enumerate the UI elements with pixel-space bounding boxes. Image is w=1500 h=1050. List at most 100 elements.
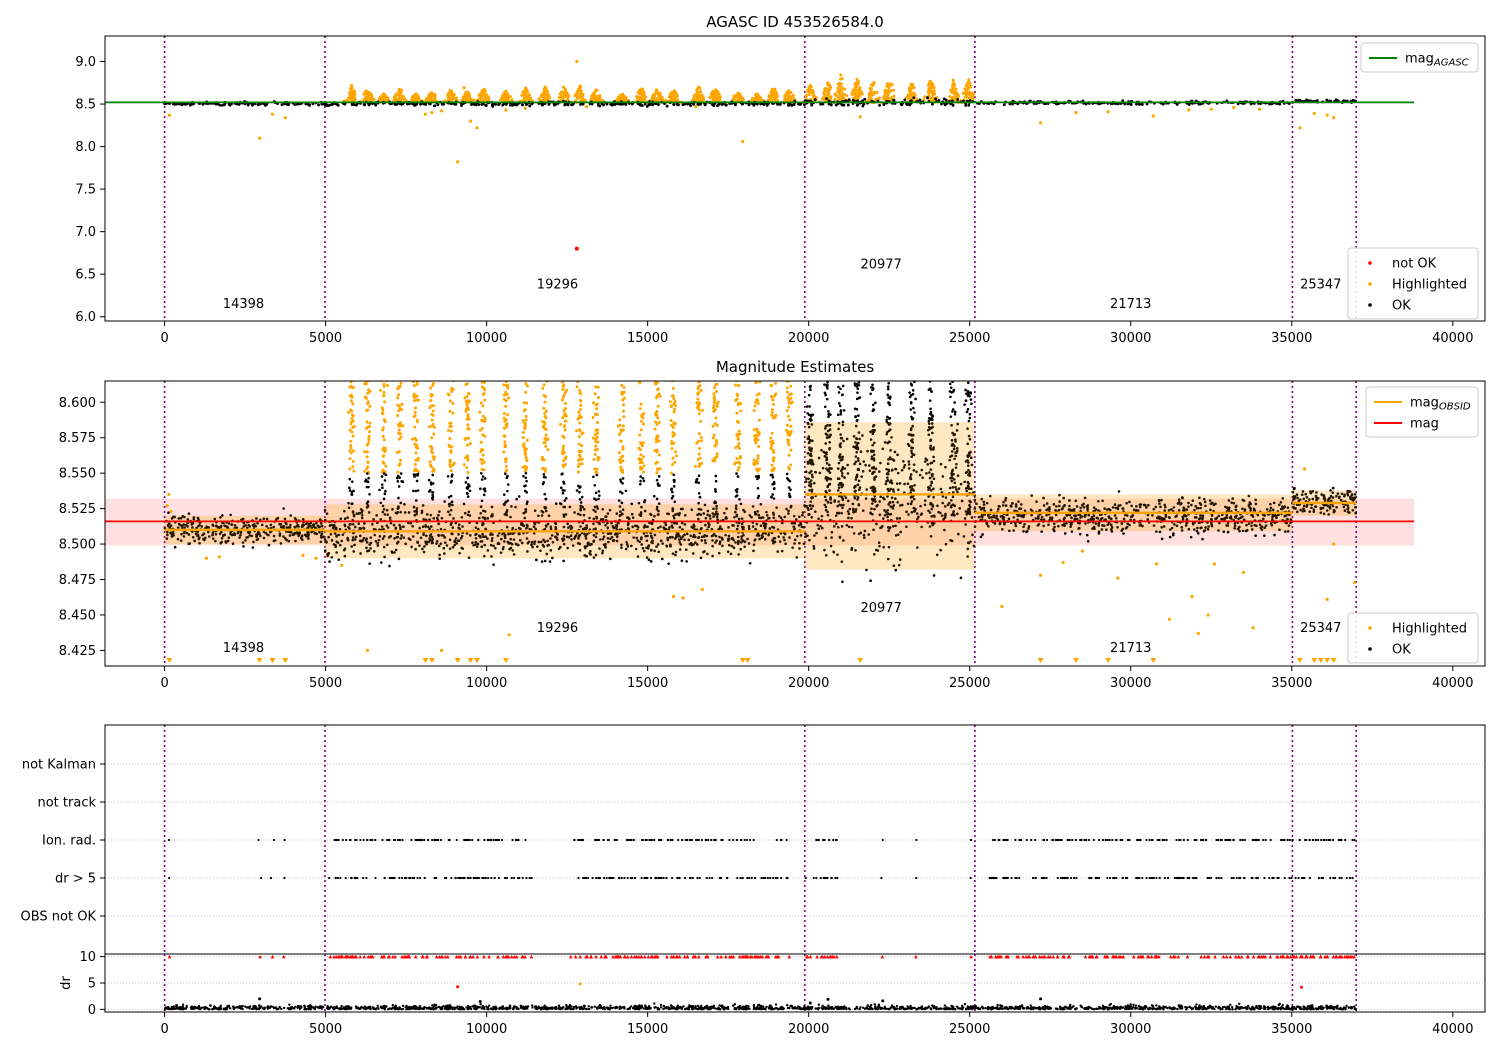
- highlighted-point: [823, 88, 827, 92]
- highlighted-point: [563, 428, 567, 432]
- highlighted-point: [548, 96, 552, 100]
- highlighted-point: [576, 94, 580, 98]
- highlighted-point: [502, 450, 506, 454]
- ok-point: [956, 98, 960, 101]
- ok-point: [851, 98, 855, 102]
- highlighted-point: [547, 93, 551, 97]
- highlighted-point: [352, 424, 356, 428]
- highlighted-point: [671, 456, 675, 460]
- highlighted-point: [561, 95, 565, 99]
- ok-point: [180, 103, 184, 107]
- ok-point: [380, 561, 383, 564]
- highlighted-point: [1151, 114, 1155, 118]
- highlighted-point: [580, 462, 584, 466]
- highlighted-point: [502, 426, 506, 430]
- highlighted-point: [456, 160, 460, 164]
- highlighted-point: [811, 94, 815, 98]
- highlighted-point: [869, 88, 873, 92]
- ok-point: [282, 507, 285, 510]
- highlighted-point: [833, 97, 837, 101]
- highlighted-point: [854, 93, 858, 97]
- highlighted-point: [653, 381, 657, 385]
- highlighted-point: [449, 469, 453, 473]
- highlighted-point: [381, 454, 385, 458]
- highlighted-point: [712, 404, 716, 408]
- highlighted-point: [641, 455, 645, 459]
- ok-point: [293, 103, 297, 106]
- highlighted-point: [598, 96, 602, 100]
- highlighted-point: [521, 90, 525, 94]
- highlighted-point: [858, 115, 862, 119]
- ok-point: [697, 501, 700, 505]
- highlighted-point: [522, 442, 526, 446]
- highlighted-point: [479, 440, 483, 444]
- highlighted-point: [769, 383, 773, 387]
- highlighted-point: [397, 463, 401, 467]
- highlighted-point: [382, 393, 386, 397]
- highlighted-point: [396, 470, 400, 474]
- highlighted-point: [711, 436, 715, 440]
- highlighted-point: [413, 414, 417, 418]
- highlighted-point: [967, 96, 971, 100]
- highlighted-point: [1312, 111, 1316, 116]
- highlighted-point: [564, 455, 568, 459]
- highlighted-point: [449, 429, 453, 433]
- highlighted-point: [581, 431, 585, 435]
- highlighted-point: [393, 93, 397, 97]
- highlighted-point: [562, 393, 566, 397]
- highlighted-point: [699, 90, 703, 94]
- highlighted-point: [483, 416, 487, 420]
- highlighted-point: [415, 418, 419, 422]
- highlighted-point: [349, 399, 353, 403]
- highlighted-point: [367, 434, 371, 438]
- highlighted-point: [397, 409, 401, 413]
- highlighted-point: [965, 81, 969, 85]
- highlighted-point: [656, 416, 660, 420]
- ok-point: [667, 562, 670, 565]
- highlighted-point: [867, 94, 871, 98]
- highlighted-point: [883, 91, 887, 95]
- highlighted-point: [621, 468, 625, 472]
- highlighted-point: [466, 413, 470, 417]
- highlighted-point: [1038, 121, 1043, 125]
- highlighted-point: [475, 126, 479, 130]
- highlighted-point: [427, 97, 431, 101]
- highlighted-point: [839, 77, 843, 81]
- highlighted-point: [524, 414, 528, 418]
- highlighted-point: [466, 458, 470, 462]
- ok-point: [912, 96, 916, 100]
- highlighted-point: [348, 457, 352, 461]
- highlighted-point: [431, 413, 435, 417]
- highlighted-point: [412, 392, 416, 396]
- ok-point: [515, 103, 519, 107]
- ok-point: [944, 98, 948, 102]
- highlighted-point: [270, 112, 275, 116]
- highlighted-point: [450, 96, 454, 100]
- highlighted-point: [771, 457, 775, 461]
- highlighted-point: [401, 94, 405, 98]
- obsid-label: 21713: [1110, 297, 1151, 312]
- highlighted-point: [671, 394, 675, 398]
- highlighted-point: [564, 419, 568, 423]
- highlighted-point: [577, 462, 581, 466]
- highlighted-point: [465, 443, 469, 447]
- highlighted-point: [736, 468, 740, 472]
- highlighted-point: [385, 384, 389, 388]
- highlighted-point: [592, 91, 596, 95]
- highlighted-point: [561, 463, 565, 467]
- highlighted-point: [399, 98, 403, 102]
- agasc-legend-upper: magAGASC: [1360, 42, 1479, 73]
- ok-point: [685, 560, 688, 563]
- highlighted-point: [543, 422, 547, 426]
- highlighted-point: [671, 462, 675, 466]
- highlighted-point: [524, 418, 528, 422]
- highlighted-point: [480, 461, 484, 465]
- highlighted-point: [522, 97, 526, 101]
- highlighted-point: [397, 431, 401, 435]
- estimates-title: Magnitude Estimates: [716, 358, 874, 376]
- highlighted-point: [412, 384, 416, 388]
- highlighted-point: [756, 461, 760, 465]
- ok-point: [605, 102, 609, 106]
- highlighted-point: [714, 390, 718, 394]
- highlighted-point: [708, 95, 712, 99]
